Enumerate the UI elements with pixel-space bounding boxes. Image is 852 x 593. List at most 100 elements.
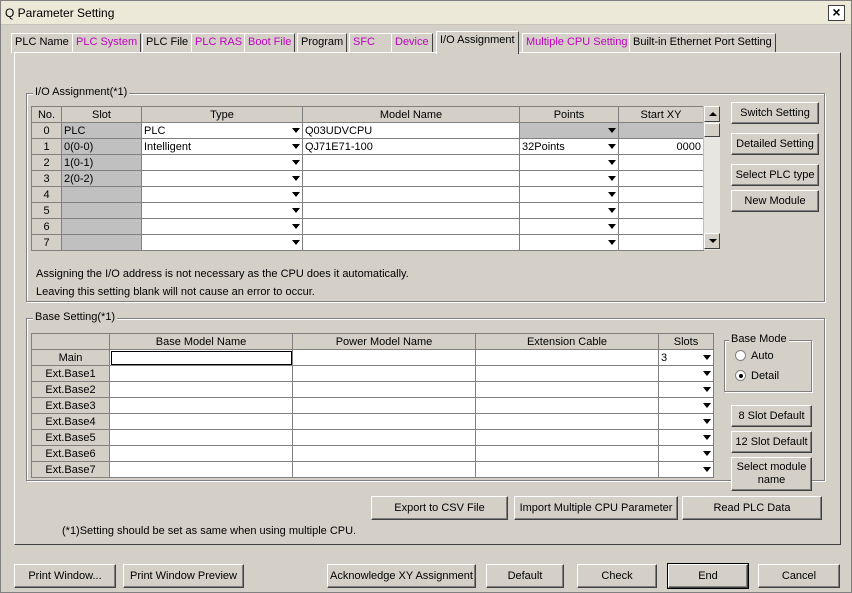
tab-io-assignment[interactable]: I/O Assignment <box>436 31 519 54</box>
chevron-down-icon[interactable] <box>703 355 711 360</box>
table-row[interactable]: 4 <box>31 186 704 203</box>
points-dropdown[interactable] <box>519 170 619 187</box>
tab-plc-file[interactable]: PLC File <box>142 33 193 53</box>
power-model-cell[interactable] <box>292 445 476 462</box>
table-row[interactable]: 2 1(0-1) <box>31 154 704 171</box>
scroll-thumb[interactable] <box>704 123 720 137</box>
table-row[interactable]: 7 <box>31 234 704 251</box>
base-model-cell[interactable] <box>109 445 293 462</box>
auto-radio-label[interactable]: Auto <box>751 350 774 362</box>
points-dropdown[interactable] <box>519 202 619 219</box>
read-plc-data-button[interactable]: Read PLC Data <box>682 496 822 520</box>
points-dropdown[interactable] <box>519 122 619 139</box>
chevron-down-icon[interactable] <box>703 387 711 392</box>
power-model-cell[interactable] <box>292 381 476 398</box>
model-name-cell[interactable] <box>302 154 520 171</box>
chevron-down-icon[interactable] <box>608 160 616 165</box>
end-button[interactable]: End <box>667 563 749 589</box>
points-dropdown[interactable]: 32Points <box>519 138 619 155</box>
base-model-cell[interactable] <box>109 365 293 382</box>
acknowledge-xy-assignment-button[interactable]: Acknowledge XY Assignment <box>327 564 476 588</box>
base-model-cell[interactable] <box>109 461 293 478</box>
chevron-down-icon[interactable] <box>292 192 300 197</box>
type-dropdown[interactable] <box>141 154 303 171</box>
chevron-down-icon[interactable] <box>608 176 616 181</box>
extension-cable-cell[interactable] <box>475 413 659 430</box>
tab-boot-file[interactable]: Boot File <box>244 33 296 53</box>
slots-dropdown[interactable] <box>658 445 714 462</box>
detailed-setting-button[interactable]: Detailed Setting <box>731 133 819 155</box>
table-row[interactable]: Ext.Base6 <box>31 445 714 462</box>
chevron-down-icon[interactable] <box>703 419 711 424</box>
points-dropdown[interactable] <box>519 218 619 235</box>
base-model-cell[interactable] <box>109 381 293 398</box>
table-row[interactable]: 0 PLC PLC Q03UDVCPU <box>31 122 704 139</box>
print-window-preview-button[interactable]: Print Window Preview <box>123 564 244 588</box>
chevron-down-icon[interactable] <box>292 144 300 149</box>
chevron-down-icon[interactable] <box>292 224 300 229</box>
points-dropdown[interactable] <box>519 234 619 251</box>
model-name-cell[interactable] <box>302 218 520 235</box>
power-model-cell[interactable] <box>292 397 476 414</box>
type-dropdown[interactable]: PLC <box>141 122 303 139</box>
power-model-cell[interactable] <box>292 413 476 430</box>
slots-dropdown[interactable] <box>658 461 714 478</box>
points-dropdown[interactable] <box>519 154 619 171</box>
start-xy-cell[interactable]: 0000 <box>618 138 704 155</box>
cancel-button[interactable]: Cancel <box>758 564 840 588</box>
base-model-cell[interactable] <box>109 349 293 366</box>
table-row[interactable]: 5 <box>31 202 704 219</box>
power-model-cell[interactable] <box>292 461 476 478</box>
select-module-name-button[interactable]: Select module name <box>731 457 812 491</box>
chevron-down-icon[interactable] <box>703 451 711 456</box>
extension-cable-cell[interactable] <box>475 461 659 478</box>
table-row[interactable]: Ext.Base7 <box>31 461 714 478</box>
detail-radio-label[interactable]: Detail <box>751 370 779 382</box>
io-table-scrollbar[interactable] <box>703 106 720 250</box>
12-slot-default-button[interactable]: 12 Slot Default <box>731 431 812 453</box>
chevron-down-icon[interactable] <box>292 208 300 213</box>
close-button[interactable]: × <box>828 5 845 21</box>
extension-cable-cell[interactable] <box>475 365 659 382</box>
model-name-cell[interactable] <box>302 170 520 187</box>
model-name-cell[interactable] <box>302 234 520 251</box>
extension-cable-cell[interactable] <box>475 349 659 366</box>
auto-radio[interactable] <box>735 350 746 361</box>
table-row[interactable]: 1 0(0-0) Intelligent QJ71E71-100 32Point… <box>31 138 704 155</box>
base-model-cell[interactable] <box>109 413 293 430</box>
tab-plc-system[interactable]: PLC System <box>72 33 142 53</box>
power-model-cell[interactable] <box>292 365 476 382</box>
export-csv-button[interactable]: Export to CSV File <box>371 496 508 520</box>
scroll-up-button[interactable] <box>704 106 720 122</box>
power-model-cell[interactable] <box>292 429 476 446</box>
table-row[interactable]: Ext.Base3 <box>31 397 714 414</box>
table-row[interactable]: 6 <box>31 218 704 235</box>
extension-cable-cell[interactable] <box>475 381 659 398</box>
type-dropdown[interactable]: Intelligent <box>141 138 303 155</box>
extension-cable-cell[interactable] <box>475 445 659 462</box>
model-name-cell[interactable] <box>302 202 520 219</box>
table-row[interactable]: 3 2(0-2) <box>31 170 704 187</box>
extension-cable-cell[interactable] <box>475 429 659 446</box>
tab-builtin-ethernet-port-setting[interactable]: Built-in Ethernet Port Setting <box>629 33 776 53</box>
base-model-cell[interactable] <box>109 429 293 446</box>
slots-dropdown[interactable] <box>658 381 714 398</box>
model-name-cell[interactable] <box>302 186 520 203</box>
print-window-button[interactable]: Print Window... <box>14 564 116 588</box>
table-row[interactable]: Ext.Base4 <box>31 413 714 430</box>
chevron-down-icon[interactable] <box>292 160 300 165</box>
tab-plc-name[interactable]: PLC Name <box>11 33 73 53</box>
model-name-cell[interactable]: QJ71E71-100 <box>302 138 520 155</box>
slots-dropdown[interactable] <box>658 413 714 430</box>
table-row[interactable]: Main 3 <box>31 349 714 366</box>
tab-device[interactable]: Device <box>391 33 433 53</box>
start-xy-cell[interactable] <box>618 170 704 187</box>
type-dropdown[interactable] <box>141 234 303 251</box>
type-dropdown[interactable] <box>141 186 303 203</box>
select-plc-type-button[interactable]: Select PLC type <box>731 164 819 186</box>
table-row[interactable]: Ext.Base5 <box>31 429 714 446</box>
slots-dropdown[interactable] <box>658 365 714 382</box>
chevron-down-icon[interactable] <box>703 435 711 440</box>
tab-sfc[interactable]: SFC <box>349 33 396 53</box>
8-slot-default-button[interactable]: 8 Slot Default <box>731 405 812 427</box>
